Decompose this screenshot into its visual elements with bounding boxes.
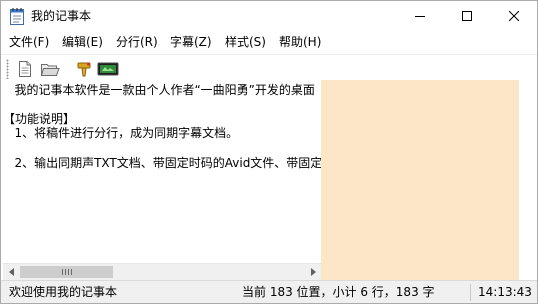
notepad-app-icon xyxy=(9,7,25,25)
subtitle-icon xyxy=(97,62,119,76)
close-button[interactable] xyxy=(491,1,537,31)
menu-subtitle[interactable]: 字幕(Z) xyxy=(170,34,212,50)
toolbar xyxy=(1,54,537,80)
window-title: 我的记事本 xyxy=(31,9,92,23)
notepad-window: 我的记事本 文件(F) 编辑(E) 分行(R) 字幕(Z) 样式(S) 帮助(H… xyxy=(0,0,538,304)
editor-line-4: 1、将稿件进行分行，成为同期字幕文档。 xyxy=(3,126,239,140)
editor-line-1: 我的记事本软件是一款由个人作者“一曲阳勇”开发的桌面 xyxy=(3,83,315,97)
toolbar-grip[interactable] xyxy=(6,59,9,79)
horizontal-scrollbar[interactable] xyxy=(3,263,321,280)
scroll-right-button[interactable] xyxy=(304,264,321,280)
arrow-right-icon xyxy=(310,268,316,276)
side-panel xyxy=(321,80,519,280)
menu-file[interactable]: 文件(F) xyxy=(9,34,49,50)
editor-line-3: 【功能说明】 xyxy=(3,112,76,126)
open-folder-button[interactable] xyxy=(39,58,61,80)
right-margin xyxy=(519,80,537,280)
text-editor[interactable]: 我的记事本软件是一款由个人作者“一曲阳勇”开发的桌面 【功能说明】 1、将稿件进… xyxy=(3,80,321,263)
new-document-button[interactable] xyxy=(14,58,36,80)
scroll-thumb[interactable] xyxy=(20,266,113,278)
menu-edit[interactable]: 编辑(E) xyxy=(62,34,103,50)
menu-style[interactable]: 样式(S) xyxy=(225,34,266,50)
status-bar: 欢迎使用我的记事本 当前 183 位置，小计 6 行，183 字 14:13:4… xyxy=(1,280,537,303)
scroll-thumb-grip xyxy=(62,269,72,275)
status-divider xyxy=(470,284,471,301)
menu-bar: 文件(F) 编辑(E) 分行(R) 字幕(Z) 样式(S) 帮助(H) xyxy=(1,31,537,53)
maximize-icon xyxy=(462,11,472,21)
title-bar[interactable]: 我的记事本 xyxy=(1,1,537,31)
scroll-left-button[interactable] xyxy=(3,264,20,280)
maximize-button[interactable] xyxy=(444,1,490,31)
menu-line-split[interactable]: 分行(R) xyxy=(116,34,158,50)
minimize-button[interactable] xyxy=(397,1,443,31)
new-document-icon xyxy=(19,61,31,77)
export-button[interactable] xyxy=(73,58,95,80)
editor-line-6: 2、输出同期声TXT文档、带固定时码的Avid文件、带固定 xyxy=(3,156,321,170)
status-position: 当前 183 位置，小计 6 行，183 字 xyxy=(242,285,435,299)
minimize-icon xyxy=(415,16,425,17)
close-icon xyxy=(509,11,519,21)
menu-help[interactable]: 帮助(H) xyxy=(279,34,321,50)
export-icon xyxy=(77,62,91,77)
status-message: 欢迎使用我的记事本 xyxy=(9,285,118,299)
open-folder-icon xyxy=(40,64,60,76)
arrow-left-icon xyxy=(8,268,14,276)
subtitle-button[interactable] xyxy=(97,58,119,80)
status-time: 14:13:43 xyxy=(478,285,532,299)
